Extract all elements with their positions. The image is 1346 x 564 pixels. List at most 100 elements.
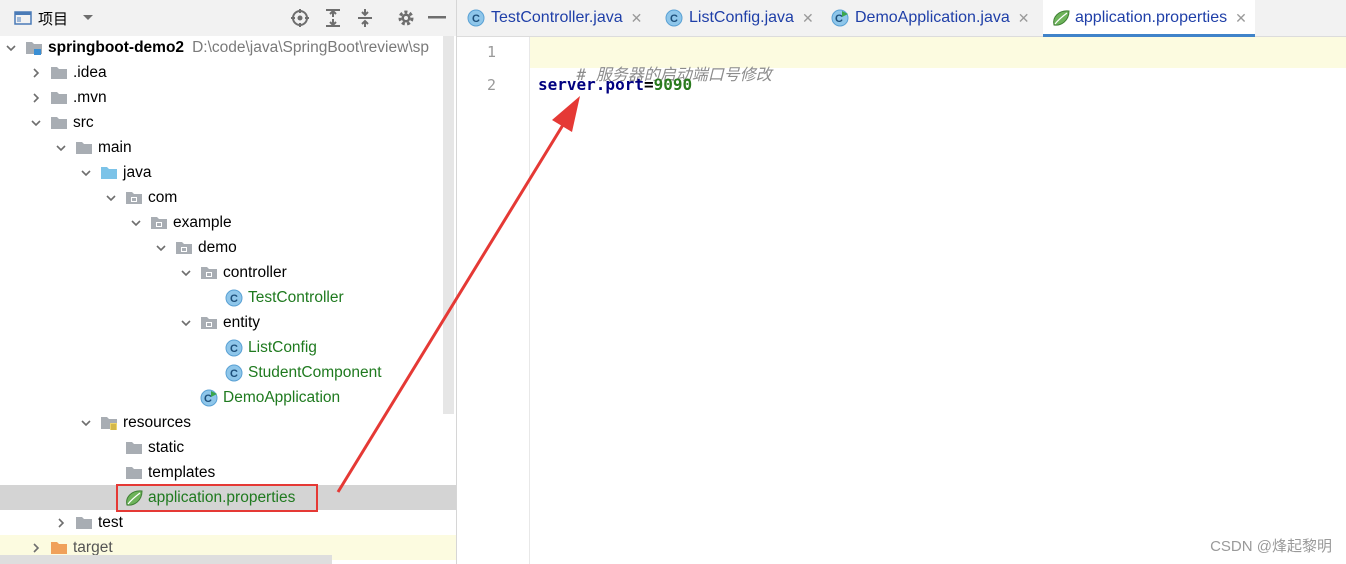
module-folder-icon bbox=[24, 39, 44, 57]
tree-item-studentcomponent[interactable]: C StudentComponent bbox=[0, 360, 456, 385]
editor-tabs: C TestController.java ✕ C ListConfig.jav… bbox=[457, 0, 1346, 37]
tab-test-controller[interactable]: C TestController.java ✕ bbox=[467, 0, 642, 36]
spring-boot-class-icon: C bbox=[831, 9, 849, 27]
chevron-right-icon[interactable] bbox=[29, 91, 43, 105]
svg-text:C: C bbox=[835, 13, 843, 25]
chevron-down-icon[interactable] bbox=[79, 166, 93, 180]
tree-item-static[interactable]: static bbox=[0, 435, 456, 460]
close-icon[interactable]: ✕ bbox=[1235, 10, 1247, 27]
close-icon[interactable]: ✕ bbox=[1018, 10, 1030, 27]
tree-arrow-spacer bbox=[204, 341, 218, 355]
tree-item-label: src bbox=[73, 113, 94, 131]
class-icon: C bbox=[467, 9, 485, 27]
project-view-icon[interactable] bbox=[14, 8, 32, 28]
code-editor[interactable]: # 服务器的启动端口号修改 server.port=9090 bbox=[530, 37, 1346, 564]
property-equals: = bbox=[643, 75, 654, 94]
property-value: 9090 bbox=[653, 75, 693, 94]
tree-item-label: entity bbox=[223, 313, 261, 331]
horizontal-scrollbar[interactable] bbox=[0, 555, 332, 564]
project-toolbar: 项目 bbox=[0, 0, 456, 36]
close-icon[interactable]: ✕ bbox=[631, 10, 643, 27]
tree-item-demo[interactable]: demo bbox=[0, 235, 456, 260]
tree-item-label: TestController bbox=[248, 288, 344, 306]
tree-item-label: StudentComponent bbox=[248, 363, 382, 381]
chevron-down-icon[interactable] bbox=[129, 216, 143, 230]
tree-item-listconfig[interactable]: C ListConfig bbox=[0, 335, 456, 360]
tree-item-test[interactable]: test bbox=[0, 510, 456, 535]
vertical-scrollbar[interactable] bbox=[443, 36, 454, 414]
tree-item-templates[interactable]: templates bbox=[0, 460, 456, 485]
tree-item-resources[interactable]: resources bbox=[0, 410, 456, 435]
tree-item-demoapplication[interactable]: C DemoApplication bbox=[0, 385, 456, 410]
tree-item-label: springboot-demo2 bbox=[48, 38, 185, 56]
tree-item-main[interactable]: main bbox=[0, 135, 456, 160]
line-number-gutter: 1 2 bbox=[457, 37, 530, 564]
class-icon: C bbox=[665, 9, 683, 27]
tree-item-entity[interactable]: entity bbox=[0, 310, 456, 335]
svg-text:C: C bbox=[230, 293, 238, 305]
folder-icon bbox=[49, 114, 69, 132]
tree-item-controller[interactable]: controller bbox=[0, 260, 456, 285]
chevron-down-icon[interactable] bbox=[154, 241, 168, 255]
dropdown-icon[interactable] bbox=[82, 8, 94, 28]
class-icon: C bbox=[224, 364, 244, 382]
locate-icon[interactable] bbox=[290, 8, 310, 28]
tree-item-src[interactable]: src bbox=[0, 110, 456, 135]
class-icon: C bbox=[224, 289, 244, 307]
tree-item-springboot-demo2[interactable]: springboot-demo2 D:\code\java\SpringBoot\… bbox=[0, 35, 456, 60]
svg-text:C: C bbox=[204, 393, 212, 405]
chevron-down-icon[interactable] bbox=[179, 266, 193, 280]
project-view-title[interactable]: 项目 bbox=[38, 8, 68, 28]
tree-item-idea[interactable]: .idea bbox=[0, 60, 456, 85]
hide-icon[interactable] bbox=[428, 8, 446, 28]
spring-properties-icon bbox=[1051, 9, 1070, 27]
chevron-down-icon[interactable] bbox=[54, 141, 68, 155]
package-icon bbox=[199, 264, 219, 282]
tree-item-com[interactable]: com bbox=[0, 185, 456, 210]
folder-icon bbox=[124, 464, 144, 482]
project-panel: 项目 springboot-demo2 D:\code\java\SpringBo… bbox=[0, 0, 456, 564]
chevron-down-icon[interactable] bbox=[104, 191, 118, 205]
chevron-down-icon[interactable] bbox=[4, 41, 18, 55]
tree-item-label: test bbox=[98, 513, 123, 531]
excluded-folder-icon bbox=[49, 539, 69, 557]
close-icon[interactable]: ✕ bbox=[802, 10, 814, 27]
chevron-right-icon[interactable] bbox=[29, 541, 43, 555]
chevron-right-icon[interactable] bbox=[54, 516, 68, 530]
line-number: 2 bbox=[486, 76, 496, 94]
folder-icon bbox=[49, 64, 69, 82]
tree-item-example[interactable]: example bbox=[0, 210, 456, 235]
tree-arrow-spacer bbox=[104, 466, 118, 480]
collapse-all-icon[interactable] bbox=[356, 8, 374, 28]
chevron-right-icon[interactable] bbox=[29, 66, 43, 80]
tab-label: application.properties bbox=[1075, 9, 1228, 26]
tree-item-label: target bbox=[73, 538, 113, 556]
tree-item-mvn[interactable]: .mvn bbox=[0, 85, 456, 110]
tree-item-java[interactable]: java bbox=[0, 160, 456, 185]
chevron-down-icon[interactable] bbox=[29, 116, 43, 130]
expand-all-icon[interactable] bbox=[324, 8, 342, 28]
code-line-1: # 服务器的启动端口号修改 bbox=[538, 42, 772, 104]
folder-icon bbox=[74, 514, 94, 532]
package-icon bbox=[174, 239, 194, 257]
tree-item-label: .idea bbox=[73, 63, 107, 81]
chevron-down-icon[interactable] bbox=[79, 416, 93, 430]
tree-item-label: example bbox=[173, 213, 232, 231]
tab-label: TestController.java bbox=[491, 9, 623, 26]
tree-arrow-spacer bbox=[104, 441, 118, 455]
line-number: 1 bbox=[486, 43, 496, 61]
tab-demo-application[interactable]: C DemoApplication.java ✕ bbox=[831, 0, 1029, 36]
tree-item-label: DemoApplication bbox=[223, 388, 341, 406]
tree-item-testcontroller[interactable]: C TestController bbox=[0, 285, 456, 310]
package-icon bbox=[149, 214, 169, 232]
settings-icon[interactable] bbox=[396, 8, 416, 28]
tab-application-properties[interactable]: application.properties ✕ bbox=[1043, 0, 1255, 37]
package-icon bbox=[199, 314, 219, 332]
tree-item-label: .mvn bbox=[73, 88, 107, 106]
property-key: server.port bbox=[538, 75, 644, 94]
chevron-down-icon[interactable] bbox=[179, 316, 193, 330]
svg-text:C: C bbox=[230, 368, 238, 380]
watermark: CSDN @烽起黎明 bbox=[1210, 538, 1332, 555]
tree-arrow-spacer bbox=[179, 391, 193, 405]
tab-list-config[interactable]: C ListConfig.java ✕ bbox=[665, 0, 814, 36]
